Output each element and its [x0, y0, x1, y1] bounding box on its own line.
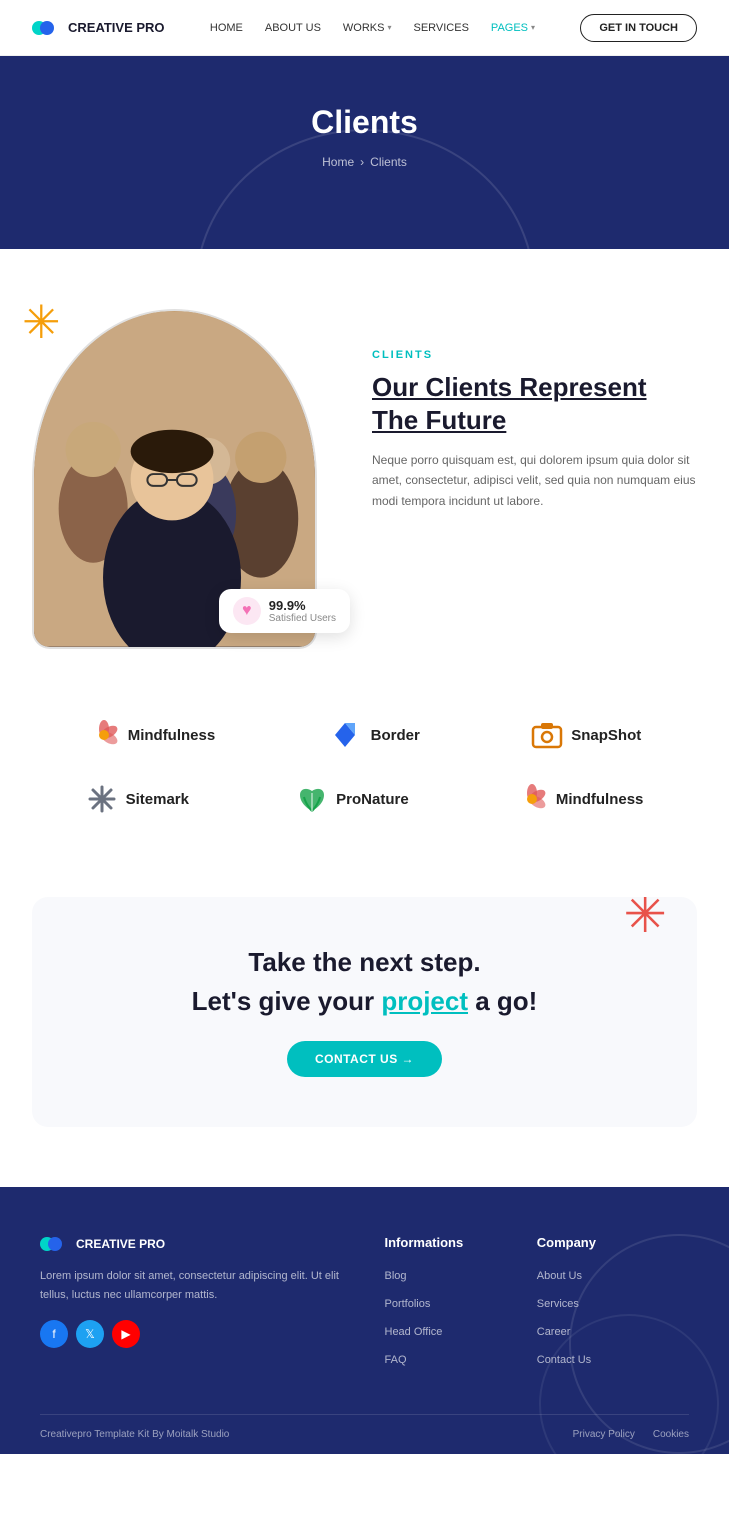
nav-works[interactable]: WORKS▾ [343, 22, 392, 34]
logo[interactable]: CREATIVE PRO [32, 19, 165, 37]
clients-section: ✳ ♥ [0, 249, 729, 689]
logos-row-1: Mindfulness Border SnapShot [32, 719, 697, 751]
badge-content: 99.9% Satisfied Users [269, 598, 336, 624]
youtube-button[interactable]: ▶ [112, 1320, 140, 1348]
list-item: Blog [385, 1266, 537, 1284]
clients-heading: Our Clients Represent The Future [372, 371, 697, 436]
footer-about-link[interactable]: About Us [537, 1270, 582, 1282]
chevron-down-icon: ▾ [531, 23, 535, 32]
camera-icon [531, 719, 563, 751]
cta-section: ✳ Take the next step. Let's give your pr… [32, 897, 697, 1127]
cta-line2: Let's give your project a go! [64, 986, 665, 1017]
footer-logo-icon [40, 1235, 68, 1253]
footer-brand: CREATIVE PRO Lorem ipsum dolor sit amet,… [40, 1235, 385, 1378]
list-item: Portfolios [385, 1294, 537, 1312]
logo-pronature: ProNature [296, 783, 409, 815]
footer-informations-list: Blog Portfolios Head Office FAQ [385, 1266, 537, 1368]
badge-percent: 99.9% [269, 598, 336, 613]
navbar: CREATIVE PRO HOME ABOUT US WORKS▾ SERVIC… [0, 0, 729, 56]
list-item: FAQ [385, 1350, 537, 1368]
flower-icon-2 [516, 783, 548, 815]
logo-icon [32, 19, 60, 37]
logo-border: Border [327, 719, 420, 751]
footer-informations: Informations Blog Portfolios Head Office… [385, 1235, 537, 1378]
twitter-button[interactable]: 𝕏 [76, 1320, 104, 1348]
logo-snapshot: SnapShot [531, 719, 641, 751]
nav-pages[interactable]: PAGES▾ [491, 22, 535, 34]
clients-description: Neque porro quisquam est, qui dolorem ip… [372, 450, 697, 511]
badge-label: Satisfied Users [269, 613, 336, 624]
diamond-icon [327, 719, 363, 751]
footer: CREATIVE PRO Lorem ipsum dolor sit amet,… [0, 1187, 729, 1454]
nav-services[interactable]: SERVICES [413, 22, 468, 34]
flower-icon [88, 719, 120, 751]
footer-services-link[interactable]: Services [537, 1298, 579, 1310]
nav-home[interactable]: HOME [210, 22, 243, 34]
footer-credit: Creativepro Template Kit By Moitalk Stud… [40, 1429, 229, 1440]
logo-sitemark: Sitemark [86, 783, 189, 815]
footer-logo: CREATIVE PRO [40, 1235, 345, 1253]
facebook-button[interactable]: f [40, 1320, 68, 1348]
cta-project-link[interactable]: project [381, 986, 468, 1016]
logo-mindfulness-1: Mindfulness [88, 719, 216, 751]
logo-mindfulness-2: Mindfulness [516, 783, 644, 815]
footer-headoffice-link[interactable]: Head Office [385, 1326, 443, 1338]
satisfied-users-badge: ♥ 99.9% Satisfied Users [219, 589, 350, 633]
cta-line1: Take the next step. [64, 947, 665, 978]
footer-blog-link[interactable]: Blog [385, 1270, 407, 1282]
cta-asterisk-decoration: ✳ [623, 897, 667, 941]
asterisk-decoration: ✳ [22, 299, 61, 345]
contact-us-button[interactable]: CONTACT US → [287, 1041, 442, 1077]
logos-row-2: Sitemark ProNature Mindfulness [32, 783, 697, 815]
logos-grid: Mindfulness Border SnapShot [0, 689, 729, 897]
footer-informations-heading: Informations [385, 1235, 537, 1250]
list-item: Head Office [385, 1322, 537, 1340]
footer-description: Lorem ipsum dolor sit amet, consectetur … [40, 1267, 345, 1304]
footer-portfolios-link[interactable]: Portfolios [385, 1298, 431, 1310]
section-eyebrow: CLIENTS [372, 349, 697, 361]
clients-content: CLIENTS Our Clients Represent The Future… [372, 309, 697, 511]
get-in-touch-button[interactable]: GET IN TOUCH [580, 14, 697, 42]
hero-section: Clients Home › Clients [0, 56, 729, 249]
footer-faq-link[interactable]: FAQ [385, 1354, 407, 1366]
logo-text: CREATIVE PRO [68, 20, 165, 35]
chevron-down-icon: ▾ [387, 23, 391, 32]
clients-image-wrap: ✳ ♥ [32, 309, 332, 649]
nav-about[interactable]: ABOUT US [265, 22, 321, 34]
hero-arch-decoration [195, 129, 535, 249]
footer-career-link[interactable]: Career [537, 1326, 571, 1338]
nav-links: HOME ABOUT US WORKS▾ SERVICES PAGES▾ [210, 22, 535, 34]
heart-icon: ♥ [233, 597, 261, 625]
leaf-icon [296, 783, 328, 815]
asterisk-icon [86, 783, 118, 815]
footer-social: f 𝕏 ▶ [40, 1320, 345, 1348]
